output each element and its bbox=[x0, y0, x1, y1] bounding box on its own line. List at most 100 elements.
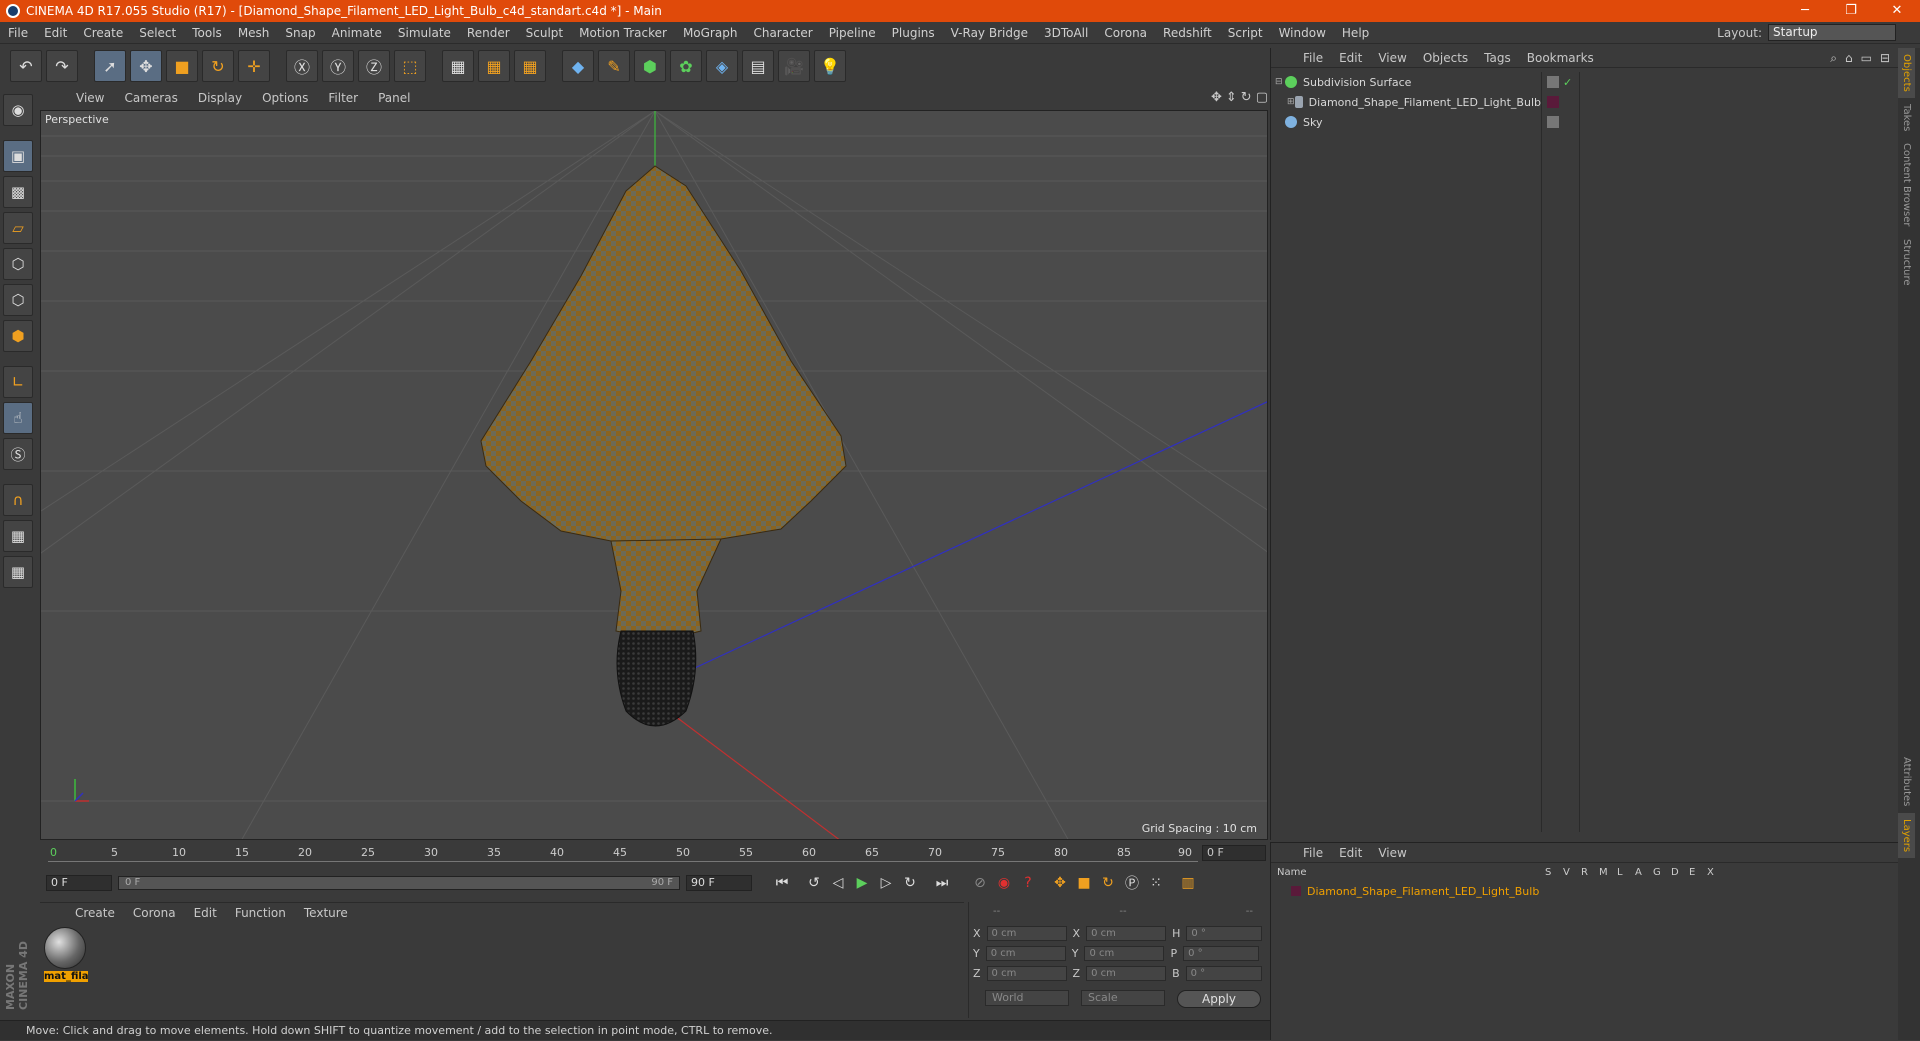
menu-animate[interactable]: Animate bbox=[324, 26, 390, 40]
rotation-h-field[interactable]: 0 ° bbox=[1186, 926, 1263, 941]
objects-menu-tags[interactable]: Tags bbox=[1476, 51, 1519, 65]
close-button[interactable]: ✕ bbox=[1874, 0, 1920, 22]
objects-menu-view[interactable]: View bbox=[1370, 51, 1414, 65]
visibility-toggle-icon[interactable] bbox=[1547, 116, 1559, 128]
light-bulb-icon[interactable]: 💡 bbox=[814, 50, 846, 82]
menu-snap[interactable]: Snap bbox=[277, 26, 323, 40]
menu-script[interactable]: Script bbox=[1220, 26, 1271, 40]
viewport-menu-options[interactable]: Options bbox=[252, 91, 318, 105]
snapping-magnet-icon[interactable]: ∩ bbox=[3, 484, 33, 516]
enabled-check-icon[interactable]: ✓ bbox=[1563, 76, 1575, 89]
size-z-field[interactable]: 0 cm bbox=[1086, 966, 1167, 981]
coordinate-system-icon[interactable]: ⬚ bbox=[394, 50, 426, 82]
frame-range-slider[interactable]: 0 F 90 F bbox=[118, 876, 680, 890]
perspective-viewport[interactable]: Perspective Grid Spacing : 10 cm bbox=[40, 110, 1268, 840]
rotation-p-field[interactable]: 0 ° bbox=[1183, 946, 1260, 961]
tab-content-browser[interactable]: Content Browser bbox=[1898, 137, 1915, 232]
material-menu-create[interactable]: Create bbox=[66, 906, 124, 920]
key-parameter-icon[interactable]: Ⓟ bbox=[1120, 871, 1144, 895]
spline-pen-icon[interactable]: ✎ bbox=[598, 50, 630, 82]
key-rotation-icon[interactable]: ↻ bbox=[1096, 871, 1120, 895]
rotate-tool-icon[interactable]: ↻ bbox=[202, 50, 234, 82]
viewport-zoom-icon[interactable]: ⇕ bbox=[1226, 90, 1237, 105]
timeline-track[interactable]: 0 5 10 15 20 25 30 35 40 45 50 55 60 65 … bbox=[48, 846, 1198, 862]
minimize-button[interactable]: ─ bbox=[1782, 0, 1828, 22]
tab-structure[interactable]: Structure bbox=[1898, 233, 1915, 292]
edges-mode-icon[interactable]: ⬡ bbox=[3, 284, 33, 316]
material-menu-function[interactable]: Function bbox=[226, 906, 295, 920]
undo-icon[interactable]: ↶ bbox=[10, 50, 42, 82]
key-pla-icon[interactable]: ⁙ bbox=[1144, 871, 1168, 895]
menu-window[interactable]: Window bbox=[1271, 26, 1334, 40]
layers-menu-edit[interactable]: Edit bbox=[1331, 846, 1370, 860]
menu-mesh[interactable]: Mesh bbox=[230, 26, 278, 40]
menu-select[interactable]: Select bbox=[131, 26, 184, 40]
menu-sculpt[interactable]: Sculpt bbox=[518, 26, 571, 40]
object-row[interactable]: Sky bbox=[1275, 112, 1541, 132]
object-row[interactable]: ⊞ Diamond_Shape_Filament_LED_Light_Bulb bbox=[1275, 92, 1541, 112]
timeline-ruler[interactable]: 0 5 10 15 20 25 30 35 40 45 50 55 60 65 … bbox=[40, 842, 1268, 864]
go-to-start-icon[interactable]: ⏮ bbox=[770, 871, 794, 895]
layers-menu-view[interactable]: View bbox=[1370, 846, 1414, 860]
size-x-field[interactable]: 0 cm bbox=[1086, 926, 1167, 941]
position-z-field[interactable]: 0 cm bbox=[986, 966, 1067, 981]
collapse-icon[interactable]: ⊟ bbox=[1275, 77, 1285, 87]
move-tool-icon[interactable]: ✥ bbox=[130, 50, 162, 82]
position-x-field[interactable]: 0 cm bbox=[986, 926, 1067, 941]
start-frame-field[interactable]: 0 F bbox=[46, 875, 112, 891]
render-settings-icon[interactable]: ▦ bbox=[514, 50, 546, 82]
points-mode-icon[interactable]: ⬡ bbox=[3, 248, 33, 280]
layers-menu-file[interactable]: File bbox=[1295, 846, 1331, 860]
workplane-lock-icon[interactable]: ▦ bbox=[3, 520, 33, 552]
polygons-mode-icon[interactable]: ⬢ bbox=[3, 320, 33, 352]
menu-edit[interactable]: Edit bbox=[36, 26, 75, 40]
viewport-menu-cameras[interactable]: Cameras bbox=[114, 91, 187, 105]
model-mode-icon[interactable]: ▣ bbox=[3, 140, 33, 172]
object-row[interactable]: ⊟ Subdivision Surface bbox=[1275, 72, 1541, 92]
material-menu-corona[interactable]: Corona bbox=[124, 906, 185, 920]
go-to-end-icon[interactable]: ⏭ bbox=[930, 871, 954, 895]
select-arrow-icon[interactable]: ➚ bbox=[94, 50, 126, 82]
visibility-toggle-icon[interactable] bbox=[1547, 76, 1559, 88]
objects-menu-objects[interactable]: Objects bbox=[1415, 51, 1476, 65]
light-bulb-model[interactable] bbox=[480, 165, 847, 727]
menu-render[interactable]: Render bbox=[459, 26, 518, 40]
menu-character[interactable]: Character bbox=[745, 26, 820, 40]
menu-create[interactable]: Create bbox=[75, 26, 131, 40]
x-axis-icon[interactable]: Ⓧ bbox=[286, 50, 318, 82]
tab-layers[interactable]: Layers bbox=[1898, 812, 1915, 858]
menu-corona[interactable]: Corona bbox=[1096, 26, 1155, 40]
menu-file[interactable]: File bbox=[0, 26, 36, 40]
tab-attributes[interactable]: Attributes bbox=[1898, 751, 1915, 812]
maximize-button[interactable]: ❐ bbox=[1828, 0, 1874, 22]
panel-layout-icon[interactable]: ⊟ bbox=[1880, 51, 1890, 66]
tab-takes[interactable]: Takes bbox=[1898, 98, 1915, 137]
menu-3dtoall[interactable]: 3DToAll bbox=[1036, 26, 1096, 40]
next-key-icon[interactable]: ↻ bbox=[898, 871, 922, 895]
menu-plugins[interactable]: Plugins bbox=[884, 26, 943, 40]
menu-help[interactable]: Help bbox=[1334, 26, 1377, 40]
transform-tool-icon[interactable]: ✛ bbox=[238, 50, 270, 82]
make-editable-icon[interactable]: ◉ bbox=[3, 94, 33, 126]
floor-scene-icon[interactable]: ▤ bbox=[742, 50, 774, 82]
objects-menu-edit[interactable]: Edit bbox=[1331, 51, 1370, 65]
menu-pipeline[interactable]: Pipeline bbox=[821, 26, 884, 40]
workplane-grid-icon[interactable]: ▦ bbox=[3, 556, 33, 588]
y-axis-icon[interactable]: Ⓨ bbox=[322, 50, 354, 82]
menu-simulate[interactable]: Simulate bbox=[390, 26, 459, 40]
autokey-icon[interactable]: ◉ bbox=[992, 871, 1016, 895]
coord-system-dropdown[interactable]: World bbox=[985, 990, 1069, 1006]
timeline-window-icon[interactable]: ▥ bbox=[1176, 871, 1200, 895]
deformer-icon[interactable]: ◈ bbox=[706, 50, 738, 82]
end-frame-field[interactable]: 90 F bbox=[686, 875, 752, 891]
expand-icon[interactable]: ⊞ bbox=[1287, 97, 1295, 107]
viewport-rotate-icon[interactable]: ↻ bbox=[1241, 90, 1252, 105]
coord-mode-dropdown[interactable]: Scale bbox=[1081, 990, 1165, 1006]
cube-object-icon[interactable]: ◆ bbox=[562, 50, 594, 82]
layer-row[interactable]: Diamond_Shape_Filament_LED_Light_Bulb bbox=[1275, 883, 1895, 899]
layout-dropdown[interactable]: Startup bbox=[1768, 24, 1896, 41]
previous-frame-icon[interactable]: ◁ bbox=[826, 871, 850, 895]
viewport-menu-view[interactable]: View bbox=[66, 91, 114, 105]
subdivision-surface-icon[interactable]: ⬢ bbox=[634, 50, 666, 82]
objects-menu-bookmarks[interactable]: Bookmarks bbox=[1519, 51, 1602, 65]
